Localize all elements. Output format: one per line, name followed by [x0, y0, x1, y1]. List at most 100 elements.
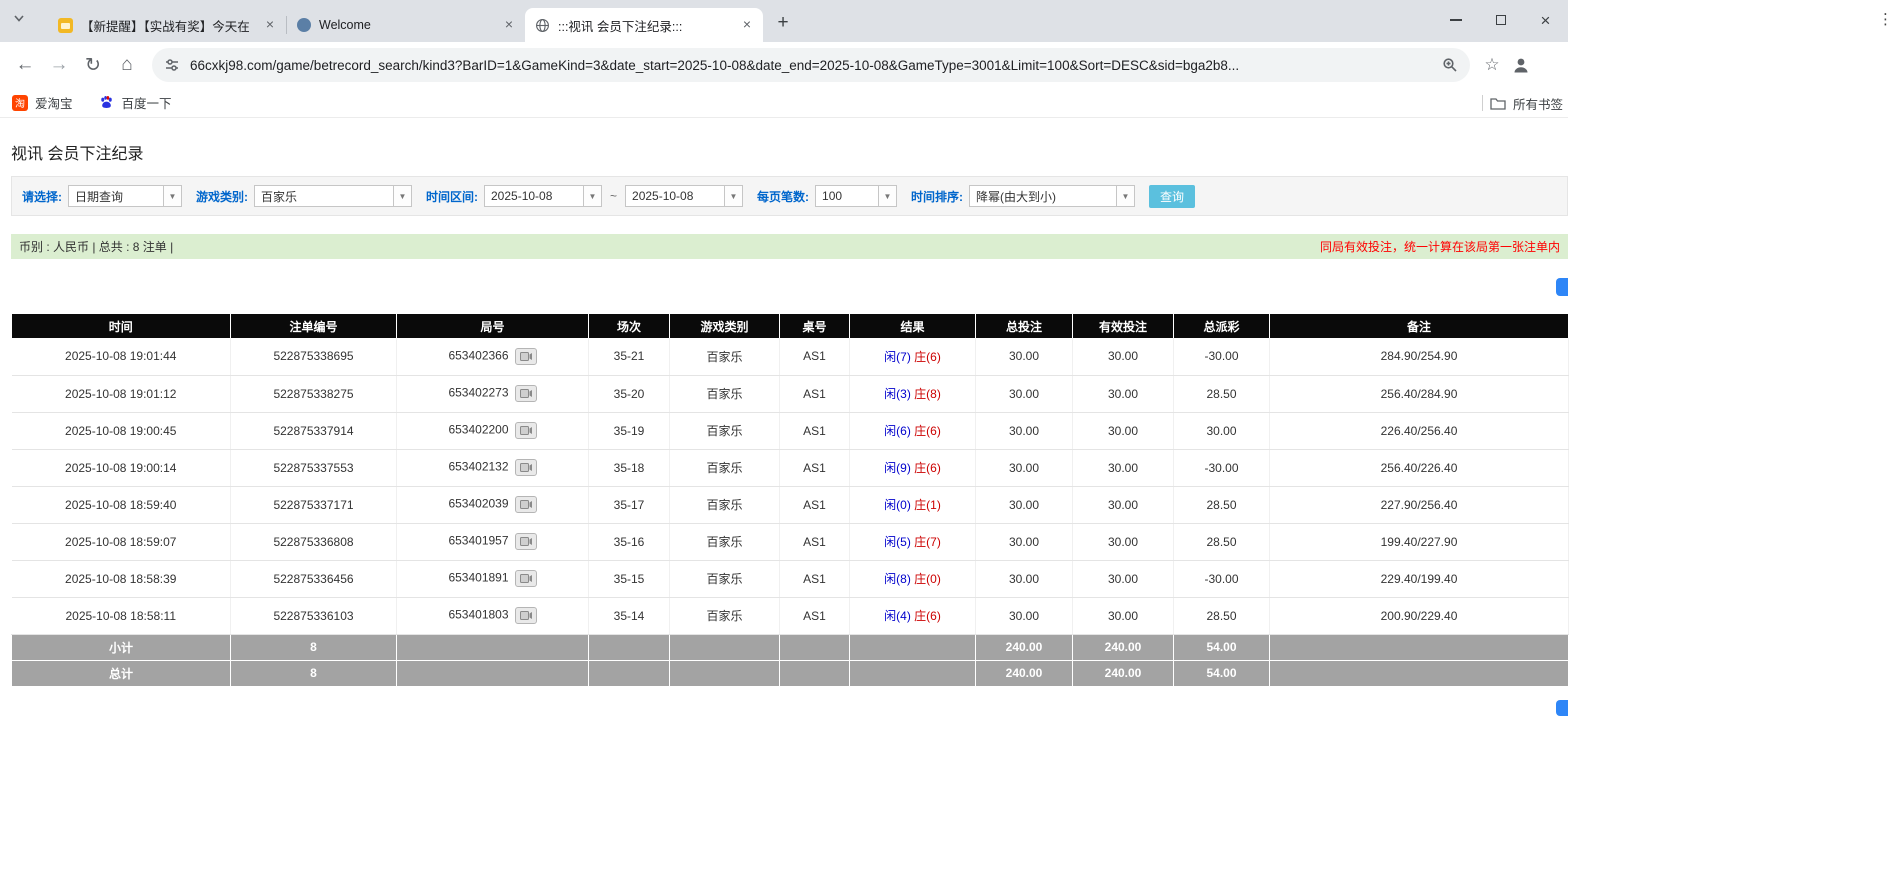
- tab-favicon-site-icon: [297, 18, 311, 32]
- search-button[interactable]: 查询: [1149, 185, 1195, 208]
- cell-table-no: AS1: [780, 338, 850, 375]
- summary-notice-text: 同局有效投注，统一计算在该局第一张注单内: [1320, 238, 1560, 255]
- date-end-value[interactable]: 2025-10-08: [625, 185, 725, 207]
- cell-note: 256.40/226.40: [1270, 449, 1569, 486]
- round-number: 653401891: [448, 571, 508, 585]
- maximize-button[interactable]: [1478, 0, 1523, 40]
- cell-total-bet[interactable]: 30.00: [976, 486, 1073, 523]
- tab-close-icon[interactable]: ×: [739, 17, 755, 33]
- cell-valid-bet: 30.00: [1073, 486, 1174, 523]
- cell-bet-id: 522875336456: [231, 560, 397, 597]
- total-count: 8: [231, 660, 397, 686]
- query-type-value[interactable]: 日期查询: [68, 185, 164, 207]
- minimize-button[interactable]: [1433, 0, 1478, 40]
- tab-forum-thread[interactable]: 【新提醒】【实战有奖】今天在 ×: [48, 8, 286, 42]
- cell-game-type: 百家乐: [670, 412, 780, 449]
- url-text[interactable]: 66cxkj98.com/game/betrecord_search/kind3…: [190, 58, 1434, 73]
- close-window-button[interactable]: ×: [1523, 0, 1568, 40]
- cell-game-type: 百家乐: [670, 449, 780, 486]
- home-button[interactable]: ⌂: [112, 50, 142, 80]
- total-label: 总计: [12, 660, 231, 686]
- column-header: 总投注: [976, 314, 1073, 338]
- profile-avatar[interactable]: [1506, 50, 1536, 80]
- cell-note: 227.90/256.40: [1270, 486, 1569, 523]
- player-result: 闲(8): [884, 572, 911, 586]
- bookmark-star-icon[interactable]: ☆: [1478, 51, 1506, 79]
- cell-total-bet[interactable]: 30.00: [976, 412, 1073, 449]
- cell-result: 闲(6) 庄(6): [850, 412, 976, 449]
- cell-bet-id: 522875336103: [231, 597, 397, 634]
- page-size-select[interactable]: 100 ▼: [815, 185, 897, 207]
- cell-bet-id: 522875337914: [231, 412, 397, 449]
- subtotal-total-bet: 240.00: [976, 634, 1073, 660]
- date-start-input[interactable]: 2025-10-08 ▼: [484, 185, 602, 207]
- forward-button[interactable]: →: [44, 50, 74, 80]
- cell-game-type: 百家乐: [670, 523, 780, 560]
- replay-video-icon[interactable]: [515, 459, 537, 476]
- maximize-icon: [1496, 15, 1506, 25]
- cell-round: 653402273: [397, 375, 589, 412]
- cell-total-bet[interactable]: 30.00: [976, 375, 1073, 412]
- chevron-down-icon[interactable]: ▼: [879, 185, 897, 207]
- chevron-down-icon[interactable]: ▼: [725, 185, 743, 207]
- new-tab-button[interactable]: +: [769, 9, 797, 37]
- chevron-down-icon[interactable]: ▼: [584, 185, 602, 207]
- total-valid-bet: 240.00: [1073, 660, 1174, 686]
- cell-total-bet[interactable]: 30.00: [976, 523, 1073, 560]
- bet-records-table: 时间注单编号局号场次游戏类别桌号结果总投注有效投注总派彩备注 2025-10-0…: [11, 314, 1569, 687]
- round-number: 653402273: [448, 386, 508, 400]
- cell-payout: 28.50: [1174, 523, 1270, 560]
- replay-video-icon[interactable]: [515, 422, 537, 439]
- tab-search-chevron-icon[interactable]: [14, 15, 24, 22]
- tab-bet-records[interactable]: :::视讯 会员下注纪录::: ×: [525, 8, 763, 42]
- cell-total-bet[interactable]: 30.00: [976, 338, 1073, 375]
- all-bookmarks[interactable]: 所有书签: [1482, 88, 1568, 118]
- replay-video-icon[interactable]: [515, 348, 537, 365]
- cell-round: 653402366: [397, 338, 589, 375]
- replay-video-icon[interactable]: [515, 496, 537, 513]
- cell-table-no: AS1: [780, 597, 850, 634]
- tab-title: :::视讯 会员下注纪录:::: [558, 16, 731, 35]
- bookmark-aitaobao[interactable]: 淘 爱淘宝: [12, 93, 73, 112]
- cell-session: 35-19: [589, 412, 670, 449]
- chevron-down-icon[interactable]: ▼: [164, 185, 182, 207]
- refresh-button[interactable]: ↻: [78, 50, 108, 80]
- page-size-value[interactable]: 100: [815, 185, 879, 207]
- floating-button-fragment[interactable]: [1556, 278, 1568, 296]
- tab-welcome[interactable]: Welcome ×: [287, 8, 525, 42]
- chevron-down-icon[interactable]: ▼: [394, 185, 412, 207]
- replay-video-icon[interactable]: [515, 570, 537, 587]
- game-type-value[interactable]: 百家乐: [254, 185, 394, 207]
- cell-total-bet[interactable]: 30.00: [976, 597, 1073, 634]
- query-type-select[interactable]: 日期查询 ▼: [68, 185, 182, 207]
- game-type-select[interactable]: 百家乐 ▼: [254, 185, 412, 207]
- date-end-input[interactable]: 2025-10-08 ▼: [625, 185, 743, 207]
- cell-note: 226.40/256.40: [1270, 412, 1569, 449]
- tab-close-icon[interactable]: ×: [262, 17, 278, 33]
- floating-button-fragment[interactable]: [1556, 700, 1568, 716]
- bookmark-baidu[interactable]: 百度一下: [99, 93, 172, 112]
- date-start-value[interactable]: 2025-10-08: [484, 185, 584, 207]
- total-row: 总计 8 240.00 240.00 54.00: [12, 660, 1569, 686]
- replay-video-icon[interactable]: [515, 533, 537, 550]
- cell-total-bet[interactable]: 30.00: [976, 449, 1073, 486]
- cell-time: 2025-10-08 19:01:44: [12, 338, 231, 375]
- player-result: 闲(7): [884, 350, 911, 364]
- tab-title: 【新提醒】【实战有奖】今天在: [81, 16, 254, 35]
- chevron-down-icon[interactable]: ▼: [1117, 185, 1135, 207]
- table-row: 2025-10-08 19:00:45 522875337914 6534022…: [12, 412, 1569, 449]
- cell-table-no: AS1: [780, 449, 850, 486]
- page-content: 视讯 会员下注纪录 请选择: 日期查询 ▼ 游戏类别: 百家乐 ▼ 时间区间: …: [0, 118, 1568, 687]
- cell-valid-bet: 30.00: [1073, 449, 1174, 486]
- tab-close-icon[interactable]: ×: [501, 17, 517, 33]
- replay-video-icon[interactable]: [515, 385, 537, 402]
- cell-total-bet[interactable]: 30.00: [976, 560, 1073, 597]
- back-button[interactable]: ←: [10, 50, 40, 80]
- address-bar[interactable]: 66cxkj98.com/game/betrecord_search/kind3…: [152, 48, 1470, 82]
- zoom-icon[interactable]: [1442, 57, 1458, 73]
- site-info-icon[interactable]: [164, 57, 180, 73]
- taobao-icon: 淘: [12, 95, 28, 111]
- replay-video-icon[interactable]: [515, 607, 537, 624]
- sort-order-select[interactable]: 降幂(由大到小) ▼: [969, 185, 1135, 207]
- sort-order-value[interactable]: 降幂(由大到小): [969, 185, 1117, 207]
